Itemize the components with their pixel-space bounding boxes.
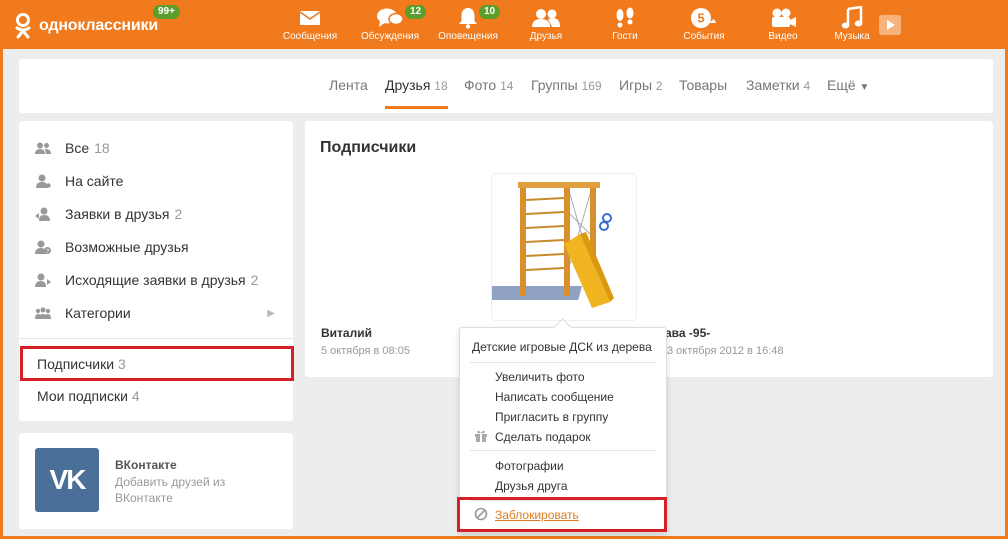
menu-item-enlarge-photo[interactable]: Увеличить фото [495, 370, 585, 384]
friend-date: 5 октября в 08:05 [321, 345, 410, 357]
logo-badge: 99+ [153, 5, 180, 19]
tab-count: 4 [803, 79, 811, 93]
discussions-badge: 12 [405, 5, 427, 19]
nav-label: Видео [768, 31, 798, 42]
menu-item-invite-group[interactable]: Пригласить в группу [495, 410, 608, 424]
nav-label: Обсуждения [360, 31, 420, 42]
menu-item-send-gift[interactable]: Сделать подарок [495, 430, 591, 444]
sidebar-item-my-subscriptions[interactable]: Мои подписки 4 [37, 388, 140, 404]
subscribers-highlight [20, 346, 294, 381]
sidebar-item-online[interactable]: На сайте [19, 166, 293, 196]
tab-photos[interactable]: Фото 14 [464, 77, 513, 93]
sidebar-item-outgoing[interactable]: Исходящие заявки в друзья 2 [19, 265, 293, 295]
nav-label: Оповещения [438, 31, 498, 42]
tab-groups[interactable]: Группы 169 [531, 77, 602, 93]
envelope-icon [299, 11, 321, 25]
tab-friends[interactable]: Друзья 18 [385, 77, 448, 109]
tab-count: 14 [500, 79, 514, 93]
video-camera-icon [772, 8, 796, 27]
site-logo[interactable]: одноклассники [13, 11, 158, 41]
events-icon: 5 [691, 8, 716, 28]
svg-text:5: 5 [697, 11, 704, 26]
music-note-icon [841, 6, 863, 29]
person-outgoing-icon [35, 273, 51, 287]
nav-events[interactable]: 5 События [669, 5, 739, 47]
music-player-button[interactable] [879, 15, 901, 35]
tab-count: 2 [655, 79, 663, 93]
logo-text: одноклассники [39, 17, 158, 34]
svg-text:?: ? [46, 249, 49, 254]
playground-photo-image [478, 182, 614, 308]
tab-goods[interactable]: Товары [679, 77, 727, 93]
nav-friends[interactable]: Друзья [511, 5, 581, 47]
page-title: Подписчики [320, 139, 417, 156]
menu-item-photos[interactable]: Фотографии [495, 459, 564, 473]
friend-name[interactable]: Виталий [321, 326, 372, 340]
tab-notes[interactable]: Заметки 4 [746, 77, 810, 93]
chevron-down-icon: ▼ [859, 82, 870, 93]
tab-count: 18 [434, 79, 448, 93]
person-incoming-icon [35, 207, 50, 221]
chevron-right-icon: ▶ [267, 307, 275, 319]
friends-icon [532, 9, 560, 27]
tab-count: 169 [581, 79, 602, 93]
nav-label: События [683, 31, 725, 42]
footprints-icon [616, 7, 634, 28]
profile-tabs: Лента Друзья 18 Фото 14 Группы 169 Игры … [19, 59, 993, 113]
nav-music[interactable]: Музыка [817, 5, 887, 47]
nav-guests[interactable]: Гости [590, 5, 660, 47]
vk-import-card[interactable]: VK ВКонтакте Добавить друзей из ВКонтакт… [19, 433, 293, 529]
sidebar-item-possible-friends[interactable]: ? Возможные друзья [19, 232, 293, 262]
play-icon [887, 20, 895, 30]
vk-title: ВКонтакте [115, 458, 177, 472]
menu-item-write-message[interactable]: Написать сообщение [495, 390, 614, 404]
sidebar-item-all[interactable]: Все 18 [19, 133, 293, 163]
top-bar: одноклассники 99+ Сообщения Обсуждения 1… [3, 3, 1005, 49]
nav-label: Музыка [834, 31, 870, 42]
nav-label: Друзья [529, 31, 563, 42]
vk-logo-icon: VK [35, 448, 99, 512]
person-question-icon: ? [35, 240, 51, 254]
sidebar-divider [19, 338, 293, 339]
subscriber-photo[interactable] [478, 173, 637, 321]
menu-divider [470, 362, 656, 363]
person-online-icon [36, 174, 51, 188]
nav-label: Сообщения [282, 31, 338, 42]
chat-bubbles-icon [377, 8, 404, 27]
gift-icon [475, 430, 487, 442]
friend-date: 3 октября 2012 в 16:48 [667, 345, 784, 357]
nav-video[interactable]: Видео [748, 5, 818, 47]
ok-logo-icon [15, 13, 31, 39]
menu-header: Детские игровые ДСК из дерева [472, 340, 652, 354]
menu-divider [470, 450, 656, 451]
block-highlight [457, 497, 667, 532]
notifications-badge: 10 [479, 5, 501, 19]
vk-description: Добавить друзей из ВКонтакте [115, 475, 226, 505]
tab-games[interactable]: Игры 2 [619, 77, 663, 93]
bell-icon [459, 8, 477, 29]
categories-icon [35, 307, 51, 319]
tab-feed[interactable]: Лента [329, 77, 368, 93]
menu-item-friends-of-friend[interactable]: Друзья друга [495, 479, 568, 493]
sidebar-item-requests[interactable]: Заявки в друзья 2 [19, 199, 293, 229]
people-icon [35, 142, 51, 154]
nav-label: Гости [612, 31, 638, 42]
nav-messages[interactable]: Сообщения [275, 5, 345, 47]
sidebar-item-categories[interactable]: Категории ▶ [19, 298, 293, 328]
tab-more[interactable]: Ещё ▼ [827, 77, 869, 93]
